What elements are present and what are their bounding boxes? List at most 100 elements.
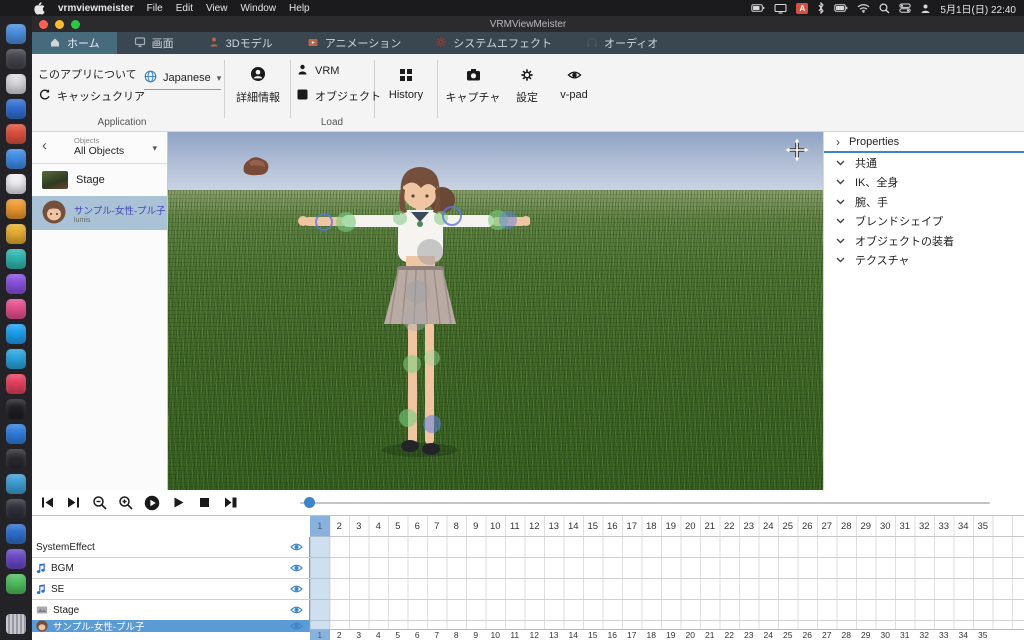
frame-20[interactable]: 20 bbox=[681, 630, 701, 640]
frame-30[interactable]: 30 bbox=[876, 630, 896, 640]
dock-icon-8[interactable] bbox=[6, 199, 26, 219]
track-row-1[interactable]: SystemEffect bbox=[32, 537, 1024, 558]
frame-21[interactable]: 21 bbox=[700, 516, 720, 536]
frame-33[interactable]: 33 bbox=[934, 630, 954, 640]
frame-32[interactable]: 32 bbox=[915, 516, 935, 536]
zoom-out-button[interactable] bbox=[92, 495, 107, 510]
viewport-3d[interactable] bbox=[168, 132, 823, 490]
frame-31[interactable]: 31 bbox=[895, 516, 915, 536]
frame-23[interactable]: 23 bbox=[739, 516, 759, 536]
bluetooth-icon[interactable] bbox=[817, 2, 825, 14]
tab-3d-model[interactable]: 3Dモデル bbox=[191, 32, 290, 54]
property-section-4[interactable]: ブレンドシェイプ bbox=[824, 212, 1024, 232]
search-icon[interactable] bbox=[879, 2, 890, 14]
menu-app-name[interactable]: vrmviewmeister bbox=[58, 3, 134, 14]
frame-30[interactable]: 30 bbox=[876, 516, 896, 536]
track-row-2[interactable]: BGM bbox=[32, 558, 1024, 579]
dock-icon-18[interactable] bbox=[6, 449, 26, 469]
frame-18[interactable]: 18 bbox=[642, 630, 662, 640]
trash-icon[interactable] bbox=[6, 614, 26, 634]
skip-end-button[interactable] bbox=[66, 495, 81, 510]
menu-window[interactable]: Window bbox=[240, 3, 276, 14]
frame-22[interactable]: 22 bbox=[720, 516, 740, 536]
frame-13[interactable]: 13 bbox=[544, 630, 564, 640]
frame-8[interactable]: 8 bbox=[447, 630, 467, 640]
settings-button[interactable]: 設定 bbox=[506, 68, 548, 105]
frame-15[interactable]: 15 bbox=[583, 630, 603, 640]
frame-17[interactable]: 17 bbox=[622, 516, 642, 536]
frame-16[interactable]: 16 bbox=[603, 516, 623, 536]
frame-23[interactable]: 23 bbox=[739, 630, 759, 640]
dock-icon-9[interactable] bbox=[6, 224, 26, 244]
frame-3[interactable]: 3 bbox=[349, 516, 369, 536]
frame-15[interactable]: 15 bbox=[583, 516, 603, 536]
frame-28[interactable]: 28 bbox=[837, 516, 857, 536]
battery-icon[interactable] bbox=[751, 3, 765, 13]
frame-2[interactable]: 2 bbox=[330, 516, 350, 536]
frame-19[interactable]: 19 bbox=[661, 516, 681, 536]
about-app-link[interactable]: このアプリについて bbox=[38, 66, 137, 82]
frame-29[interactable]: 29 bbox=[856, 630, 876, 640]
dock-icon-21[interactable] bbox=[6, 524, 26, 544]
battery-percent-icon[interactable] bbox=[834, 3, 848, 13]
track-label[interactable]: SystemEffect bbox=[32, 537, 310, 557]
object-item-avatar[interactable]: サンプル-女性-プル子 lumis bbox=[32, 196, 167, 230]
visibility-eye-icon[interactable] bbox=[290, 563, 303, 573]
frame-24[interactable]: 24 bbox=[759, 630, 779, 640]
dock-icon-10[interactable] bbox=[6, 249, 26, 269]
timeline-zoom-slider[interactable] bbox=[300, 502, 990, 504]
play-to-end-button[interactable] bbox=[223, 495, 238, 510]
dock-icon-22[interactable] bbox=[6, 549, 26, 569]
tab-audio[interactable]: オーディオ bbox=[569, 32, 675, 54]
frame-5[interactable]: 5 bbox=[388, 630, 408, 640]
zoom-button[interactable] bbox=[71, 19, 80, 29]
tab-home[interactable]: ホーム bbox=[32, 32, 117, 54]
frame-6[interactable]: 6 bbox=[408, 630, 428, 640]
frame-19[interactable]: 19 bbox=[661, 630, 681, 640]
frame-24[interactable]: 24 bbox=[759, 516, 779, 536]
visibility-eye-icon[interactable] bbox=[290, 584, 303, 594]
dock-icon-13[interactable] bbox=[6, 324, 26, 344]
dock-icon-19[interactable] bbox=[6, 474, 26, 494]
frame-10[interactable]: 10 bbox=[486, 516, 506, 536]
frame-ruler-top[interactable]: 1 2 3 4 5 6 7 8 9 10 11 12 13 14 15 16 17 18 19 20 21 22 23 24 2… bbox=[310, 516, 1024, 537]
dock-icon-12[interactable] bbox=[6, 299, 26, 319]
back-chevron-icon[interactable]: ‹ bbox=[42, 137, 47, 154]
property-section-1[interactable]: 共通 bbox=[824, 153, 1024, 173]
frame-2[interactable]: 2 bbox=[330, 630, 350, 640]
dock-icon-14[interactable] bbox=[6, 349, 26, 369]
frame-20[interactable]: 20 bbox=[681, 516, 701, 536]
frame-10[interactable]: 10 bbox=[486, 630, 506, 640]
object-item-stage[interactable]: Stage bbox=[32, 164, 167, 196]
frame-22[interactable]: 22 bbox=[720, 630, 740, 640]
dock-icon-11[interactable] bbox=[6, 274, 26, 294]
frame-9[interactable]: 9 bbox=[466, 630, 486, 640]
frame-28[interactable]: 28 bbox=[837, 630, 857, 640]
frame-17[interactable]: 17 bbox=[622, 630, 642, 640]
menu-edit[interactable]: Edit bbox=[176, 3, 193, 14]
dock-icon-23[interactable] bbox=[6, 574, 26, 594]
display-icon[interactable] bbox=[774, 3, 787, 14]
frame-35[interactable]: 35 bbox=[973, 516, 993, 536]
frame-26[interactable]: 26 bbox=[798, 516, 818, 536]
frame-12[interactable]: 12 bbox=[525, 516, 545, 536]
track-label[interactable]: SE bbox=[32, 579, 310, 599]
dock-icon-3[interactable] bbox=[6, 74, 26, 94]
skip-start-button[interactable] bbox=[40, 495, 55, 510]
vpad-button[interactable]: v-pad bbox=[552, 68, 596, 101]
properties-header[interactable]: › Properties bbox=[824, 132, 1024, 153]
frame-34[interactable]: 34 bbox=[954, 630, 974, 640]
filter-dropdown[interactable]: All Objects bbox=[74, 145, 124, 157]
frame-29[interactable]: 29 bbox=[856, 516, 876, 536]
history-button[interactable]: History bbox=[380, 68, 432, 101]
frame-25[interactable]: 25 bbox=[778, 630, 798, 640]
track-row-4[interactable]: Stage bbox=[32, 600, 1024, 621]
menu-help[interactable]: Help bbox=[289, 3, 310, 14]
frame-18[interactable]: 18 bbox=[642, 516, 662, 536]
control-center-icon[interactable] bbox=[899, 3, 912, 13]
frame-34[interactable]: 34 bbox=[954, 516, 974, 536]
stop-button[interactable] bbox=[197, 495, 212, 510]
property-section-3[interactable]: 腕、手 bbox=[824, 192, 1024, 212]
wifi-icon[interactable] bbox=[857, 3, 870, 13]
tab-animation[interactable]: アニメーション bbox=[290, 32, 419, 54]
